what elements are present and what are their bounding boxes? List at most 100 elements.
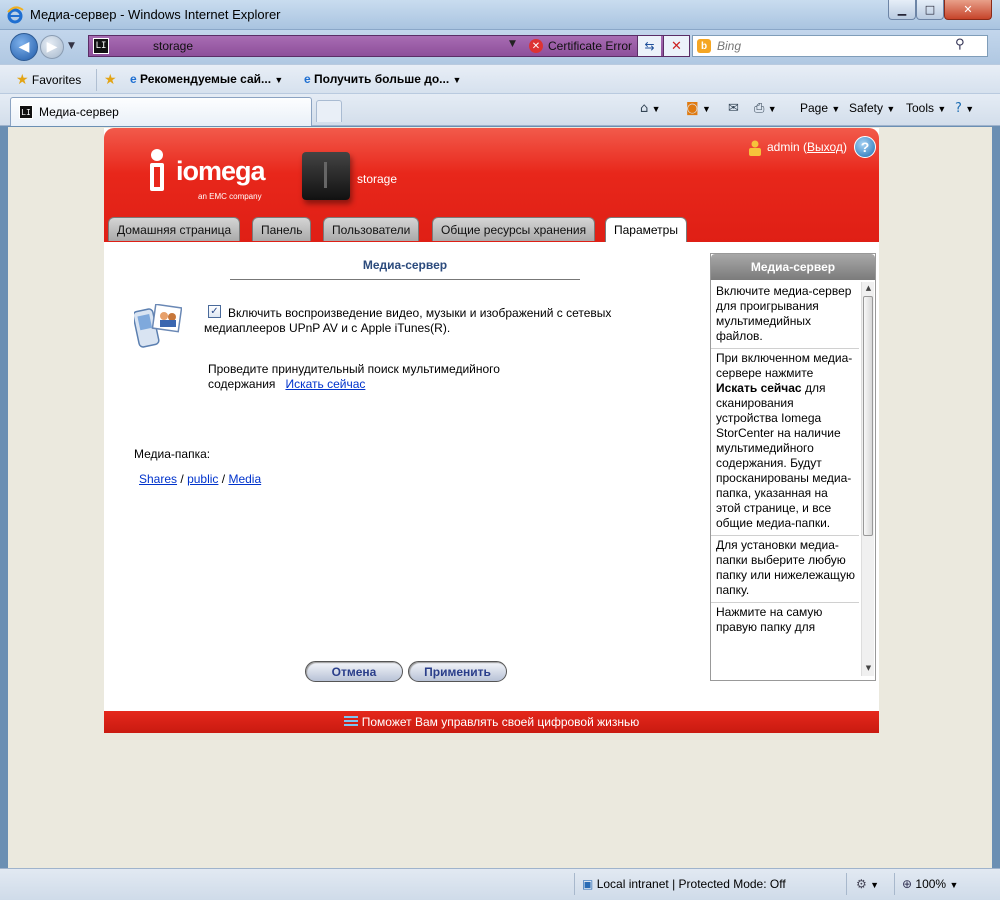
search-placeholder: Bing bbox=[717, 39, 742, 53]
chevron-down-icon: ▼ bbox=[274, 75, 284, 85]
page-footer: Поможет Вам управлять своей цифровой жиз… bbox=[104, 711, 879, 733]
enable-media-server-label: Включить воспроизведение видео, музыки и… bbox=[204, 306, 612, 335]
scroll-down-icon[interactable]: ▼ bbox=[862, 662, 875, 674]
breadcrumb-media-link[interactable]: Media bbox=[228, 472, 261, 486]
breadcrumb-shares-link[interactable]: Shares bbox=[139, 472, 177, 486]
device-name: storage bbox=[357, 172, 398, 186]
zoom-icon: ⊕ bbox=[902, 877, 913, 891]
tab-dashboard-label: Панель bbox=[261, 222, 303, 237]
protected-mode-icon[interactable]: ⚙ ▼ bbox=[856, 877, 879, 891]
ie-logo-icon bbox=[7, 6, 24, 24]
mail-icon[interactable]: ✉ bbox=[728, 101, 739, 116]
breadcrumb-separator: / bbox=[221, 472, 226, 486]
address-dropdown-icon[interactable]: ▼ bbox=[509, 39, 516, 49]
help-paragraph: Нажмите на самую правую папку для bbox=[716, 605, 823, 634]
help-menu-icon[interactable]: ? ▼ bbox=[955, 101, 974, 116]
intranet-icon: ▣ bbox=[582, 877, 594, 891]
status-divider bbox=[846, 873, 847, 895]
page-title: Медиа-сервер bbox=[362, 258, 448, 272]
tab-home-label: Домашняя страница bbox=[117, 222, 232, 237]
user-info: admin (Выход) bbox=[767, 140, 847, 154]
breadcrumb-separator: / bbox=[180, 472, 184, 486]
page-header: iomega an EMC company storage admin (Вых… bbox=[104, 128, 879, 242]
tools-menu[interactable]: Tools ▼ bbox=[906, 101, 946, 115]
ie-page-icon: e bbox=[304, 72, 311, 86]
bing-icon: b bbox=[697, 39, 711, 53]
tab-shares-label: Общие ресурсы хранения bbox=[441, 222, 587, 237]
favorites-label: Favorites bbox=[31, 73, 82, 87]
scroll-up-icon[interactable]: ▲ bbox=[862, 282, 875, 294]
favorites-button[interactable]: ★ Favorites bbox=[16, 72, 81, 88]
history-dropdown-icon[interactable]: ▼ bbox=[68, 41, 75, 51]
add-favorite-icon[interactable]: ★ bbox=[104, 72, 117, 88]
maximize-button[interactable]: □ bbox=[916, 0, 944, 20]
search-icon[interactable]: ⚲ bbox=[955, 37, 965, 52]
tab-shares[interactable]: Общие ресурсы хранения bbox=[432, 217, 596, 241]
tab-settings-label: Параметры bbox=[614, 223, 678, 237]
help-scrollbar[interactable]: ▲ ▼ bbox=[861, 282, 874, 676]
tab-settings[interactable]: Параметры bbox=[605, 217, 687, 242]
print-icon[interactable]: ⎙ ▼ bbox=[754, 101, 777, 116]
tab-title: Медиа-сервер bbox=[39, 105, 119, 119]
search-input[interactable]: b Bing ⚲ bbox=[692, 35, 988, 57]
status-bar: ▣ Local intranet | Protected Mode: Off ⚙… bbox=[0, 868, 1000, 900]
breadcrumb-public-link[interactable]: public bbox=[187, 472, 218, 486]
iomega-logo-icon bbox=[150, 149, 164, 191]
help-text: При включенном медиа-сервере нажмите bbox=[716, 351, 853, 380]
help-panel-body[interactable]: Включите медиа-сервер для проигрывания м… bbox=[711, 282, 859, 676]
nas-device-icon bbox=[302, 152, 350, 200]
refresh-icon[interactable]: ⇆ bbox=[637, 36, 661, 56]
zoom-control[interactable]: ⊕ 100% ▼ bbox=[902, 877, 958, 891]
scan-description: Проведите принудительный поиск мультимед… bbox=[208, 362, 538, 392]
status-divider bbox=[894, 873, 895, 895]
storcenter-page: iomega an EMC company storage admin (Вых… bbox=[104, 128, 879, 733]
address-bar[interactable]: LI storage ▼ ✕ Certificate Error ⇆ ✕ bbox=[88, 35, 690, 57]
window-border bbox=[992, 127, 1000, 868]
suggested-sites-label: Рекомендуемые сай... bbox=[140, 72, 272, 86]
browser-tab-active[interactable]: LI Медиа-сервер bbox=[10, 97, 312, 126]
footer-lines-icon bbox=[343, 716, 358, 728]
tab-users-label: Пользователи bbox=[332, 222, 411, 237]
tab-dashboard[interactable]: Панель bbox=[252, 217, 312, 241]
safety-menu[interactable]: Safety ▼ bbox=[849, 101, 895, 115]
window-titlebar: Медиа-сервер - Windows Internet Explorer… bbox=[0, 0, 1000, 30]
media-folder-breadcrumb: Shares / public / Media bbox=[139, 472, 261, 486]
get-more-addons-link[interactable]: e Получить больше до... ▼ bbox=[304, 72, 461, 86]
close-button[interactable]: ✕ bbox=[944, 0, 992, 20]
home-icon[interactable]: ⌂ ▼ bbox=[640, 101, 661, 116]
tab-home[interactable]: Домашняя страница bbox=[108, 217, 241, 241]
minimize-button[interactable]: ▁ bbox=[888, 0, 916, 20]
media-player-icon bbox=[134, 304, 182, 348]
scrollbar-thumb[interactable] bbox=[863, 296, 873, 536]
tab-favicon-icon: LI bbox=[19, 105, 33, 119]
apply-button[interactable]: Применить bbox=[408, 661, 507, 682]
forward-button[interactable]: ▶ bbox=[40, 35, 64, 59]
tab-users[interactable]: Пользователи bbox=[323, 217, 420, 241]
back-button[interactable]: ◀ bbox=[10, 33, 38, 61]
tools-menu-label: Tools bbox=[906, 101, 935, 115]
feeds-icon[interactable]: ◙ ▼ bbox=[686, 101, 711, 116]
help-text: для сканирования устройства Iomega StorC… bbox=[716, 381, 852, 530]
help-paragraph: При включенном медиа-сервере нажмите Иск… bbox=[711, 349, 859, 536]
ie-page-icon: e bbox=[130, 72, 137, 86]
help-icon[interactable]: ? bbox=[854, 136, 876, 158]
logo-text: iomega bbox=[176, 156, 266, 186]
stop-icon[interactable]: ✕ bbox=[663, 36, 689, 56]
address-input[interactable]: storage bbox=[153, 39, 193, 53]
suggested-sites-link[interactable]: e Рекомендуемые сай... ▼ bbox=[130, 72, 283, 86]
media-folder-label: Медиа-папка: bbox=[134, 447, 211, 461]
certificate-error-label[interactable]: Certificate Error bbox=[548, 39, 632, 53]
certificate-error-icon[interactable]: ✕ bbox=[529, 39, 543, 53]
page-menu[interactable]: Page ▼ bbox=[800, 101, 840, 115]
site-favicon-icon: LI bbox=[93, 38, 109, 54]
chevron-down-icon: ▼ bbox=[452, 75, 462, 85]
status-divider bbox=[574, 873, 575, 895]
security-zone-label: Local intranet | Protected Mode: Off bbox=[596, 877, 786, 891]
favorites-star-icon: ★ bbox=[16, 72, 29, 88]
new-tab-button[interactable] bbox=[316, 100, 342, 122]
favorites-divider bbox=[96, 69, 97, 91]
cancel-button[interactable]: Отмена bbox=[305, 661, 403, 682]
scan-now-link[interactable]: Искать сейчас bbox=[285, 377, 365, 391]
logout-link[interactable]: Выход bbox=[807, 140, 843, 154]
security-zone[interactable]: ▣ Local intranet | Protected Mode: Off bbox=[582, 877, 786, 891]
